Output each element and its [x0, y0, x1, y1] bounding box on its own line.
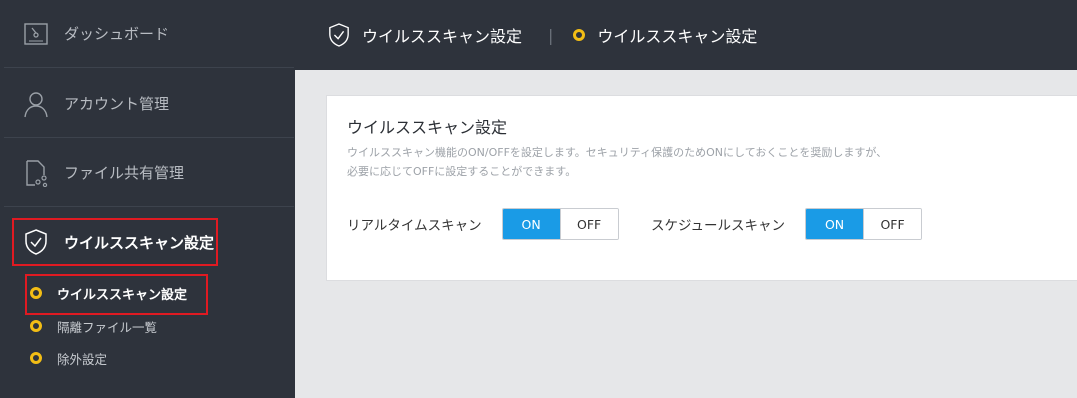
schedule-on-button[interactable]: ON	[806, 209, 864, 239]
sidebar-item-label: ダッシュボード	[64, 25, 170, 43]
shield-check-icon	[328, 22, 352, 48]
bullet-icon	[30, 320, 42, 332]
description-line: 必要に応じてOFFに設定することができます。	[347, 165, 577, 178]
realtime-scan-label: リアルタイムスキャン	[347, 218, 482, 234]
card-description: ウイルススキャン機能のON/OFFを設定します。セキュリティ保護のためONにして…	[347, 143, 1047, 181]
realtime-on-button[interactable]: ON	[502, 209, 560, 239]
schedule-off-button[interactable]: OFF	[863, 209, 922, 239]
highlight-box	[25, 274, 208, 315]
sidebar: ダッシュボード アカウント管理 ファイル共有管理 ウイルススキャン設定 ウイルス…	[0, 0, 295, 398]
user-icon	[22, 90, 50, 118]
realtime-off-button[interactable]: OFF	[559, 209, 618, 239]
realtime-scan-toggle[interactable]: ON OFF	[501, 208, 619, 240]
schedule-scan-toggle[interactable]: ON OFF	[805, 208, 923, 240]
header: ウイルススキャン設定 | ウイルススキャン設定	[295, 0, 1077, 70]
sidebar-item-label: アカウント管理	[64, 95, 170, 113]
description-line: ウイルススキャン機能のON/OFFを設定します。セキュリティ保護のためONにして…	[347, 146, 888, 159]
card-title: ウイルススキャン設定	[347, 118, 508, 137]
main-content: ウイルススキャン設定 ウイルススキャン機能のON/OFFを設定します。セキュリテ…	[295, 70, 1077, 398]
bullet-icon	[573, 29, 586, 41]
sidebar-subitem-quarantine[interactable]: 隔離ファイル一覧	[30, 316, 157, 336]
sidebar-item-dashboard[interactable]: ダッシュボード	[4, 0, 294, 68]
sidebar-item-label: ファイル共有管理	[64, 164, 185, 182]
sidebar-item-file-share[interactable]: ファイル共有管理	[4, 139, 294, 207]
file-share-icon	[22, 159, 50, 187]
highlight-box	[12, 218, 218, 266]
page-title: ウイルススキャン設定	[597, 27, 758, 46]
sidebar-subitem-label: 除外設定	[57, 351, 108, 367]
settings-card: ウイルススキャン設定 ウイルススキャン機能のON/OFFを設定します。セキュリテ…	[326, 95, 1077, 281]
schedule-scan-setting: スケジュールスキャン ON OFF	[651, 208, 923, 240]
dashboard-icon	[22, 20, 50, 48]
breadcrumb-section[interactable]: ウイルススキャン設定	[362, 23, 522, 47]
breadcrumb-separator: |	[548, 25, 554, 45]
sidebar-subitem-exclusion[interactable]: 除外設定	[30, 348, 107, 368]
schedule-scan-label: スケジュールスキャン	[651, 218, 786, 234]
sidebar-item-account[interactable]: アカウント管理	[4, 70, 294, 138]
realtime-scan-setting: リアルタイムスキャン ON OFF	[347, 208, 619, 240]
bullet-icon	[30, 352, 42, 364]
sidebar-subitem-label: 隔離ファイル一覧	[57, 319, 158, 335]
